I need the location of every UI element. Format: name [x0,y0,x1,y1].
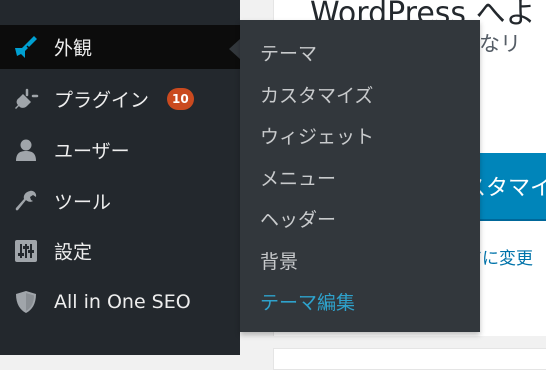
wrench-icon [12,187,40,215]
submenu-item-theme-editor[interactable]: テーマ編集 [260,288,355,315]
submenu-item-menus[interactable]: メニュー [260,164,336,191]
admin-sidebar: 外観 プラグイン 10 ユーザー ツール 設定 All in One SEO [0,0,240,355]
sidebar-item-label: 設定 [54,241,93,264]
paintbrush-icon [12,33,40,61]
sidebar-item-all-in-one-seo[interactable]: All in One SEO [0,280,240,324]
sidebar-item-label: All in One SEO [54,291,191,313]
submenu-item-themes[interactable]: テーマ [260,39,317,66]
sidebar-item-plugins[interactable]: プラグイン 10 [0,77,240,121]
submenu-item-widgets[interactable]: ウィジェット [260,122,374,149]
sidebar-item-label: ツール [54,191,112,214]
submenu-item-customize[interactable]: カスタマイズ [260,81,373,108]
sidebar-item-label: ユーザー [54,140,130,163]
plugin-icon [12,85,40,113]
submenu-item-header[interactable]: ヘッダー [260,205,336,232]
secondary-panel [273,348,546,370]
sidebar-item-tools[interactable]: ツール [0,179,240,223]
sidebar-item-settings[interactable]: 設定 [0,229,240,273]
sidebar-item-appearance[interactable]: 外観 [0,25,240,69]
settings-sliders-icon [12,237,40,265]
shield-icon [12,288,40,316]
submenu-item-background[interactable]: 背景 [260,247,298,274]
user-icon [12,136,40,164]
submenu-pointer [229,39,240,59]
sidebar-item-label: プラグイン [54,89,150,112]
sidebar-item-users[interactable]: ユーザー [0,128,240,172]
update-count-badge: 10 [167,88,194,110]
sidebar-item-label: 外観 [54,37,93,60]
appearance-submenu: テーマ カスタマイズ ウィジェット メニュー ヘッダー 背景 テーマ編集 [240,20,480,332]
